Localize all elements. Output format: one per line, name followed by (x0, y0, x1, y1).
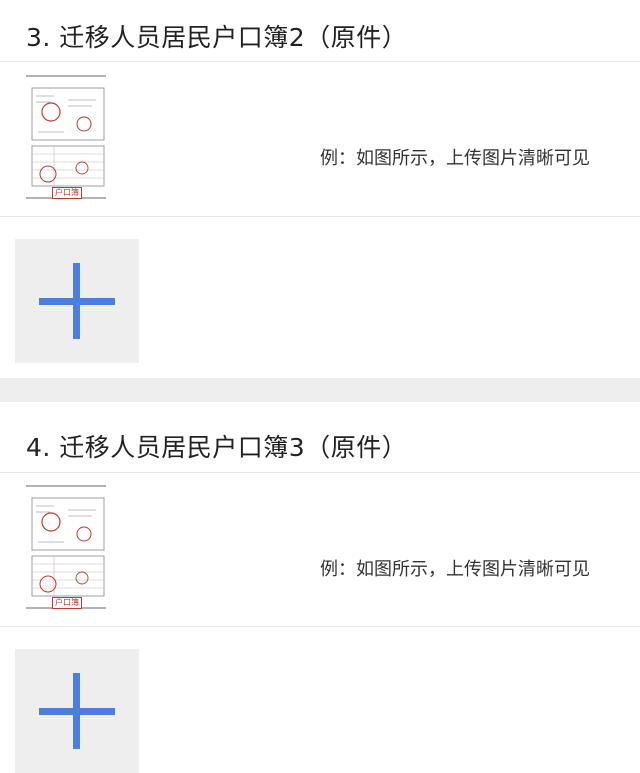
household-register-sample-image (26, 75, 106, 199)
divider (0, 216, 640, 217)
divider (0, 472, 640, 473)
section-title: 4. 迁移人员居民户口簿3（原件） (26, 433, 408, 462)
upload-button[interactable] (15, 649, 139, 773)
plus-icon-vertical (73, 673, 80, 749)
divider (0, 626, 640, 627)
upload-section-household-register-2: 3. 迁移人员居民户口簿2（原件） 户口簿 例：如图所示，上传图片清晰可见 (0, 0, 640, 378)
example-hint-text: 例：如图所示，上传图片清晰可见 (320, 559, 590, 580)
upload-button[interactable] (15, 239, 139, 363)
section-title: 3. 迁移人员居民户口簿2（原件） (26, 23, 408, 52)
example-stamp-label: 户口簿 (52, 597, 82, 609)
example-image: 户口簿 (24, 74, 108, 200)
household-register-sample-image (26, 485, 106, 609)
plus-icon-vertical (73, 263, 80, 339)
example-image: 户口簿 (24, 484, 108, 610)
section-separator (0, 378, 640, 402)
example-stamp-label: 户口簿 (52, 187, 82, 199)
upload-section-household-register-3: 4. 迁移人员居民户口簿3（原件） 户口簿 例：如图所示，上传图片清晰可见 (0, 402, 640, 773)
example-hint-text: 例：如图所示，上传图片清晰可见 (320, 148, 590, 169)
divider (0, 61, 640, 62)
